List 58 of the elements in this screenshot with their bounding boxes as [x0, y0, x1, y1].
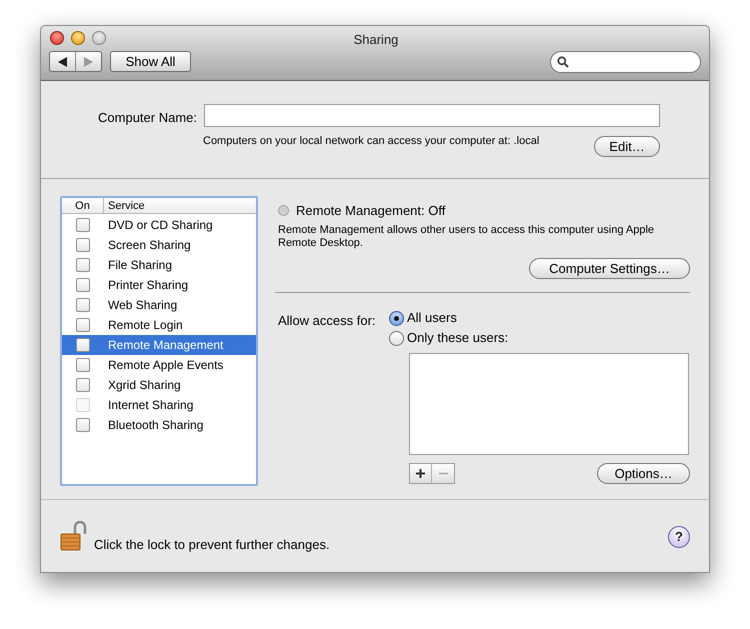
- service-row[interactable]: Remote Login: [62, 315, 256, 335]
- close-button[interactable]: [50, 31, 64, 45]
- service-name: Bluetooth Sharing: [107, 417, 204, 434]
- service-name: Remote Management: [107, 337, 224, 354]
- service-name: Web Sharing: [107, 297, 178, 314]
- access-label: Allow access for:: [278, 312, 376, 330]
- service-row[interactable]: File Sharing: [62, 255, 256, 275]
- radio-option[interactable]: All users: [389, 310, 508, 326]
- checkbox[interactable]: [76, 258, 90, 272]
- checkbox[interactable]: [76, 358, 90, 372]
- service-name: Internet Sharing: [107, 397, 194, 414]
- checkbox[interactable]: [76, 238, 90, 252]
- checkbox[interactable]: [76, 418, 90, 432]
- service-name: Remote Login: [107, 317, 183, 334]
- checkbox[interactable]: [76, 298, 90, 312]
- edit-button[interactable]: Edit…: [594, 136, 660, 157]
- service-row[interactable]: Web Sharing: [62, 295, 256, 315]
- computer-settings-button[interactable]: Computer Settings…: [529, 258, 690, 279]
- service-row[interactable]: Xgrid Sharing: [62, 375, 256, 395]
- column-header[interactable]: On: [62, 198, 104, 213]
- computer-name-label: Computer Name:: [98, 109, 197, 127]
- open-padlock-icon: [60, 521, 88, 552]
- service-name: Printer Sharing: [107, 277, 188, 294]
- window-title: Sharing: [352, 31, 400, 49]
- service-row[interactable]: Screen Sharing: [62, 235, 256, 255]
- service-name: File Sharing: [107, 257, 172, 274]
- left-triangle-icon: [58, 56, 67, 66]
- checkbox[interactable]: [76, 218, 90, 232]
- radio-option[interactable]: Only these users:: [389, 330, 508, 346]
- right-triangle-icon: [84, 56, 93, 66]
- description-text: Remote Management allows other users to access this computer using Apple Remote Desktop.: [278, 224, 656, 250]
- minimize-button[interactable]: [71, 31, 85, 45]
- service-row[interactable]: DVD or CD Sharing: [62, 215, 256, 235]
- service-row[interactable]: Printer Sharing: [62, 275, 256, 295]
- service-name: DVD or CD Sharing: [107, 217, 213, 234]
- service-name: Xgrid Sharing: [107, 377, 181, 394]
- lock-hint-text: Click the lock to prevent further changes.: [94, 536, 330, 554]
- service-row[interactable]: Remote Apple Events: [62, 355, 256, 375]
- show-all-button[interactable]: Show All: [110, 51, 191, 72]
- service-name: Screen Sharing: [107, 237, 191, 254]
- checkbox[interactable]: [76, 338, 90, 352]
- service-row[interactable]: Bluetooth Sharing: [62, 415, 256, 435]
- service-row[interactable]: Remote Management: [62, 335, 256, 355]
- search-icon: [557, 56, 569, 68]
- options-button[interactable]: Options…: [597, 463, 690, 484]
- help-button[interactable]: ?: [668, 526, 690, 548]
- plus-icon: [416, 469, 425, 478]
- status-text: Remote Management: Off: [296, 202, 446, 220]
- checkbox[interactable]: [76, 378, 90, 392]
- checkbox[interactable]: [76, 278, 90, 292]
- users-list[interactable]: [409, 353, 689, 455]
- network-address-note: Computers on your local network can access your computer at: .local: [203, 134, 540, 149]
- column-header[interactable]: Service: [104, 198, 145, 213]
- checkbox[interactable]: [76, 318, 90, 332]
- search-field[interactable]: [550, 51, 701, 73]
- computer-name-field[interactable]: [204, 104, 660, 127]
- zoom-button[interactable]: [92, 31, 106, 45]
- service-name: Remote Apple Events: [107, 357, 224, 374]
